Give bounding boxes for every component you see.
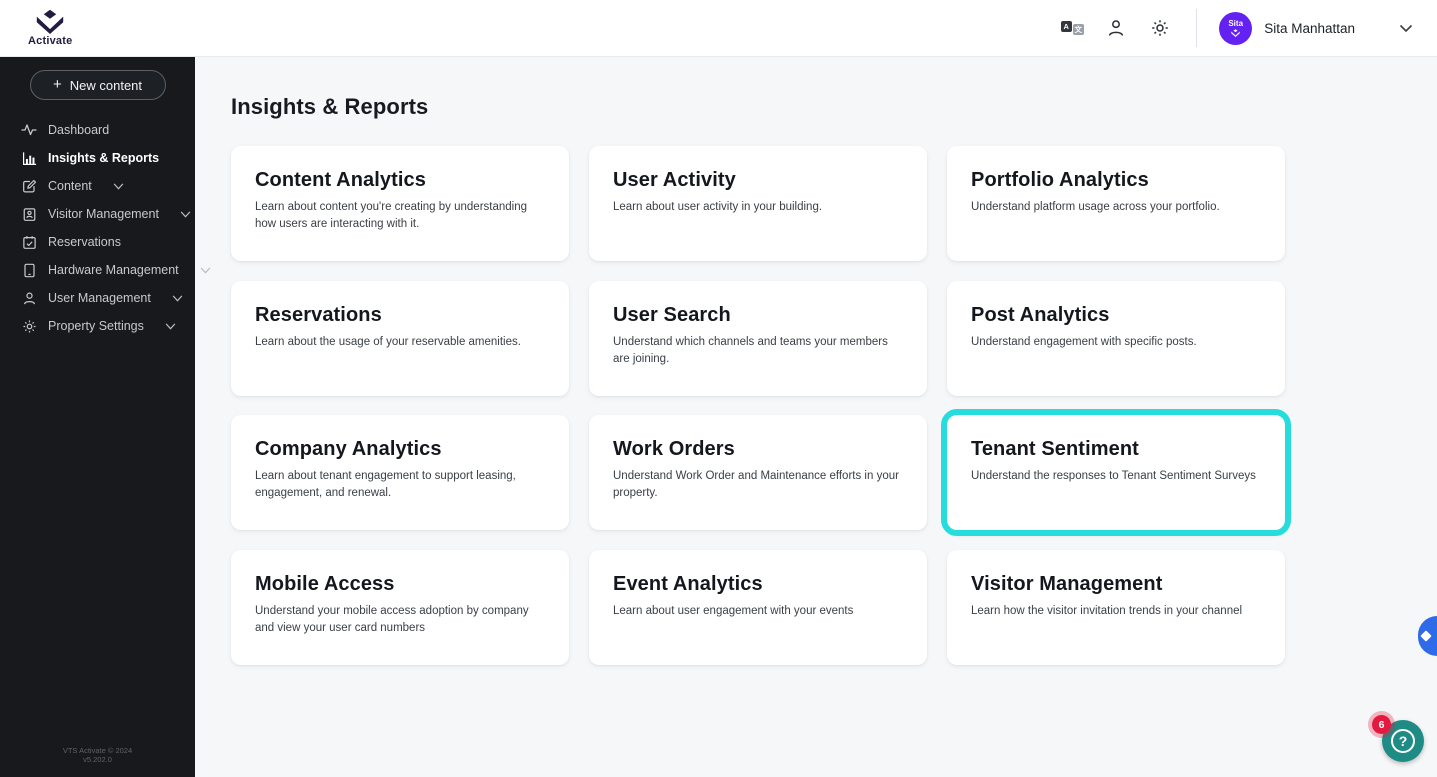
avatar-initials: Sita [1228,18,1244,28]
main-content: Insights & Reports Content Analytics Lea… [195,57,1437,777]
chevron-down-icon [180,210,191,218]
user-name: Sita Manhattan [1264,20,1355,36]
report-card-content-analytics[interactable]: Content Analytics Learn about content yo… [231,146,569,261]
page-title: Insights & Reports [231,94,429,119]
report-card-post-analytics[interactable]: Post Analytics Understand engagement wit… [947,280,1285,396]
header-actions: A 文 Sita Sita Manhattan [1054,9,1419,47]
chevron-down-icon [113,182,124,190]
tablet-icon [21,262,37,278]
chevron-left-icon [1420,630,1432,642]
report-card-event-analytics[interactable]: Event Analytics Learn about user engagem… [589,549,927,665]
user-icon-button[interactable] [1098,10,1134,46]
sidebar-item-hardware-management[interactable]: Hardware Management [0,256,210,284]
translate-button[interactable]: A 文 [1054,10,1090,46]
report-card-portfolio-analytics[interactable]: Portfolio Analytics Understand platform … [947,146,1285,261]
person-icon [21,290,37,306]
report-card-reservations[interactable]: Reservations Learn about the usage of yo… [231,280,569,396]
report-card-visitor-management[interactable]: Visitor Management Learn how the visitor… [947,549,1285,665]
report-card-tenant-sentiment[interactable]: Tenant Sentiment Understand the response… [941,409,1291,536]
profile-menu[interactable]: Sita Sita Manhattan [1219,11,1419,45]
sidebar-item-property-settings[interactable]: Property Settings [0,312,195,340]
sidebar-item-user-management[interactable]: User Management [0,284,195,312]
sidebar-nav: Dashboard Insights & Reports Content Vis… [0,116,210,340]
top-header: Activate A 文 Sita Sita Manhattan [0,0,1437,57]
badge-icon [21,206,37,222]
report-card-work-orders[interactable]: Work Orders Understand Work Order and Ma… [589,415,927,530]
help-button[interactable]: 6 ? [1372,715,1424,762]
chevron-down-icon [165,322,176,330]
logo-text: Activate [28,35,73,47]
bar-chart-icon [21,150,37,166]
report-card-mobile-access[interactable]: Mobile Access Understand your mobile acc… [231,549,569,665]
chevron-down-icon [172,294,183,302]
sidebar-item-dashboard[interactable]: Dashboard [0,116,195,144]
report-card-user-activity[interactable]: User Activity Learn about user activity … [589,146,927,261]
reports-grid: Content Analytics Learn about content yo… [231,146,1437,665]
avatar: Sita [1219,11,1253,45]
gear-icon [21,318,37,334]
report-card-user-search[interactable]: User Search Understand which channels an… [589,280,927,396]
footer-copyright: VTS Activate © 2024 [62,745,133,755]
notification-badge: 6 [1372,715,1391,734]
settings-icon-button[interactable] [1142,10,1178,46]
sidebar: + New content Dashboard Insights & Repor… [0,57,210,777]
activate-logo[interactable]: Activate [28,9,72,47]
sidebar-item-visitor-management[interactable]: Visitor Management [0,200,195,228]
sidebar-item-content[interactable]: Content [0,172,195,200]
activate-logo-icon [33,9,67,34]
user-icon [1106,18,1126,38]
sidebar-item-reservations[interactable]: Reservations [0,228,195,256]
report-card-company-analytics[interactable]: Company Analytics Learn about tenant eng… [231,415,569,530]
sidebar-item-insights-and-reports[interactable]: Insights & Reports [0,144,195,172]
header-divider [1196,9,1198,47]
chevron-down-icon [1399,24,1413,33]
new-content-label: New content [69,77,143,93]
plus-icon: + [52,76,62,93]
footer-version: v5.202.0 [83,755,112,765]
new-content-button[interactable]: + New content [29,70,166,100]
translate-icon: A 文 [1060,21,1084,35]
calendar-check-icon [21,234,37,250]
question-mark-icon: ? [1391,729,1415,753]
gear-icon [1150,18,1170,38]
chevron-down-icon [200,266,211,274]
edit-icon [21,178,37,194]
activity-icon [21,122,37,138]
avatar-logo-mark [1231,28,1240,37]
sidebar-footer: VTS Activate © 2024 v5.202.0 [0,746,195,766]
